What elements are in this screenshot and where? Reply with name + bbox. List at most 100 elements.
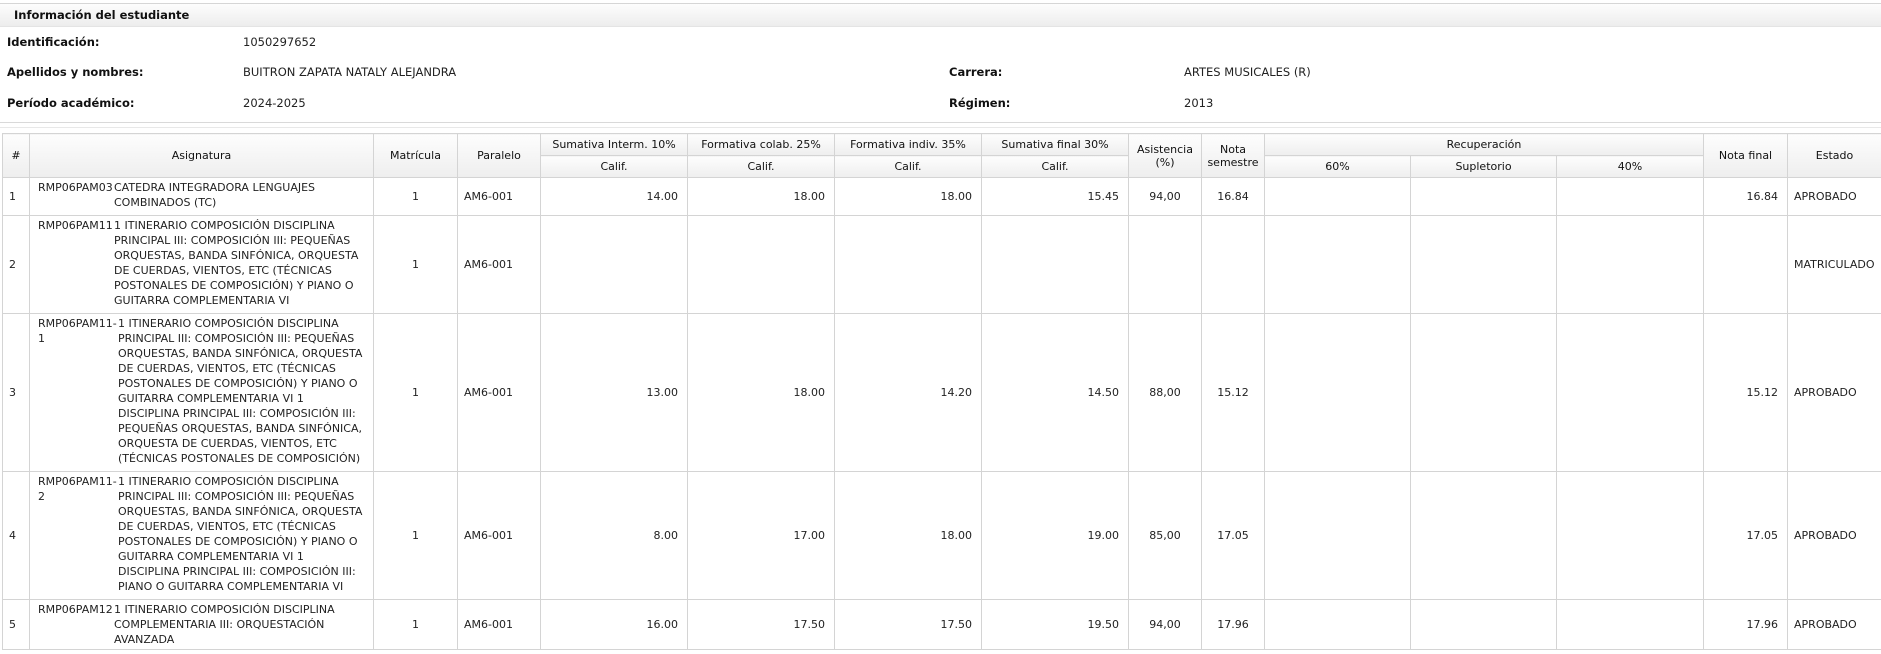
subject-cell: RMP06PAM111 ITINERARIO COMPOSICIÓN DISCI… xyxy=(30,216,374,314)
subject-name: 1 ITINERARIO COMPOSICIÓN DISCIPLINA PRIN… xyxy=(118,474,366,594)
subject-name: CATEDRA INTEGRADORA LENGUAJES COMBINADOS… xyxy=(114,180,366,210)
col-status-header[interactable]: Estado xyxy=(1788,134,1881,178)
career-label: Carrera: xyxy=(949,65,1002,79)
period-value: 2024-2025 xyxy=(243,96,306,110)
col-form-colab-header[interactable]: Formativa colab. 25% xyxy=(688,134,835,156)
rec-60-cell xyxy=(1265,216,1411,314)
form-colab-cell: 17.00 xyxy=(688,472,835,600)
form-indiv-cell: 17.50 xyxy=(835,600,982,650)
status-cell: APROBADO xyxy=(1788,600,1881,650)
student-info: Identificación: 1050297652 Apellidos y n… xyxy=(0,27,1881,123)
status-cell: APROBADO xyxy=(1788,314,1881,472)
col-semester-grade-header[interactable]: Nota semestre xyxy=(1202,134,1265,178)
divider xyxy=(0,127,1881,128)
parallel-cell: AM6-001 xyxy=(458,314,541,472)
calif-subheader[interactable]: Calif. xyxy=(541,156,688,178)
attendance-cell xyxy=(1129,216,1202,314)
semester-grade-cell: 17.96 xyxy=(1202,600,1265,650)
col-enrollment-header[interactable]: Matrícula xyxy=(374,134,458,178)
sum-interm-cell: 13.00 xyxy=(541,314,688,472)
status-cell: APROBADO xyxy=(1788,472,1881,600)
grades-table: # Asignatura Matrícula Paralelo Sumativa… xyxy=(2,133,1881,650)
subject-code: RMP06PAM12 xyxy=(38,602,114,617)
subject-code: RMP06PAM11-1 xyxy=(38,316,118,346)
row-num: 1 xyxy=(3,178,30,216)
calif-subheader[interactable]: Calif. xyxy=(982,156,1129,178)
sum-final-cell: 19.50 xyxy=(982,600,1129,650)
col-num-header[interactable]: # xyxy=(3,134,30,178)
period-label: Período académico: xyxy=(7,96,135,110)
subject-name: 1 ITINERARIO COMPOSICIÓN DISCIPLINA COMP… xyxy=(114,602,366,647)
table-row[interactable]: 4 RMP06PAM11-21 ITINERARIO COMPOSICIÓN D… xyxy=(3,472,1881,600)
rec-60-cell xyxy=(1265,600,1411,650)
col-final-grade-header[interactable]: Nota final xyxy=(1704,134,1788,178)
sum-interm-cell xyxy=(541,216,688,314)
regime-value: 2013 xyxy=(1184,96,1213,110)
enrollment-cell: 1 xyxy=(374,216,458,314)
subject-name: 1 ITINERARIO COMPOSICIÓN DISCIPLINA PRIN… xyxy=(114,218,366,308)
col-sum-interm-header[interactable]: Sumativa Interm. 10% xyxy=(541,134,688,156)
form-indiv-cell xyxy=(835,216,982,314)
rec-60-cell xyxy=(1265,178,1411,216)
table-row[interactable]: 1 RMP06PAM03CATEDRA INTEGRADORA LENGUAJE… xyxy=(3,178,1881,216)
table-row[interactable]: 5 RMP06PAM121 ITINERARIO COMPOSICIÓN DIS… xyxy=(3,600,1881,650)
form-indiv-cell: 18.00 xyxy=(835,178,982,216)
col-parallel-header[interactable]: Paralelo xyxy=(458,134,541,178)
id-label: Identificación: xyxy=(7,35,99,49)
rec-supl-subheader[interactable]: Supletorio xyxy=(1411,156,1557,178)
rec-supl-cell xyxy=(1411,216,1557,314)
sum-final-cell: 15.45 xyxy=(982,178,1129,216)
form-colab-cell: 18.00 xyxy=(688,178,835,216)
rec-60-cell xyxy=(1265,472,1411,600)
rec-40-cell xyxy=(1557,314,1704,472)
name-value: BUITRON ZAPATA NATALY ALEJANDRA xyxy=(243,65,456,79)
rec-60-subheader[interactable]: 60% xyxy=(1265,156,1411,178)
status-cell: MATRICULADO xyxy=(1788,216,1881,314)
rec-40-cell xyxy=(1557,472,1704,600)
table-row[interactable]: 2 RMP06PAM111 ITINERARIO COMPOSICIÓN DIS… xyxy=(3,216,1881,314)
enrollment-cell: 1 xyxy=(374,600,458,650)
attendance-cell: 94,00 xyxy=(1129,178,1202,216)
calif-subheader[interactable]: Calif. xyxy=(835,156,982,178)
col-recovery-header[interactable]: Recuperación xyxy=(1265,134,1704,156)
form-indiv-cell: 18.00 xyxy=(835,472,982,600)
subject-code: RMP06PAM11 xyxy=(38,218,114,233)
divider xyxy=(0,122,1881,123)
attendance-cell: 85,00 xyxy=(1129,472,1202,600)
id-value: 1050297652 xyxy=(243,35,316,49)
rec-supl-cell xyxy=(1411,314,1557,472)
semester-grade-cell: 15.12 xyxy=(1202,314,1265,472)
rec-40-cell xyxy=(1557,600,1704,650)
col-sum-final-header[interactable]: Sumativa final 30% xyxy=(982,134,1129,156)
enrollment-cell: 1 xyxy=(374,314,458,472)
rec-supl-cell xyxy=(1411,600,1557,650)
subject-name: 1 ITINERARIO COMPOSICIÓN DISCIPLINA PRIN… xyxy=(118,316,366,466)
sum-interm-cell: 14.00 xyxy=(541,178,688,216)
row-num: 4 xyxy=(3,472,30,600)
semester-grade-cell xyxy=(1202,216,1265,314)
attendance-cell: 88,00 xyxy=(1129,314,1202,472)
sum-interm-cell: 8.00 xyxy=(541,472,688,600)
form-indiv-cell: 14.20 xyxy=(835,314,982,472)
final-grade-cell: 17.05 xyxy=(1704,472,1788,600)
parallel-cell: AM6-001 xyxy=(458,600,541,650)
parallel-cell: AM6-001 xyxy=(458,178,541,216)
final-grade-cell: 17.96 xyxy=(1704,600,1788,650)
table-row[interactable]: 3 RMP06PAM11-11 ITINERARIO COMPOSICIÓN D… xyxy=(3,314,1881,472)
parallel-cell: AM6-001 xyxy=(458,216,541,314)
form-colab-cell xyxy=(688,216,835,314)
subject-cell: RMP06PAM121 ITINERARIO COMPOSICIÓN DISCI… xyxy=(30,600,374,650)
rec-40-subheader[interactable]: 40% xyxy=(1557,156,1704,178)
col-attendance-header[interactable]: Asistencia (%) xyxy=(1129,134,1202,178)
regime-label: Régimen: xyxy=(949,96,1010,110)
col-form-indiv-header[interactable]: Formativa indiv. 35% xyxy=(835,134,982,156)
form-colab-cell: 17.50 xyxy=(688,600,835,650)
enrollment-cell: 1 xyxy=(374,472,458,600)
attendance-cell: 94,00 xyxy=(1129,600,1202,650)
row-num: 2 xyxy=(3,216,30,314)
rec-40-cell xyxy=(1557,178,1704,216)
career-value: ARTES MUSICALES (R) xyxy=(1184,65,1311,79)
col-subject-header[interactable]: Asignatura xyxy=(30,134,374,178)
rec-supl-cell xyxy=(1411,472,1557,600)
calif-subheader[interactable]: Calif. xyxy=(688,156,835,178)
